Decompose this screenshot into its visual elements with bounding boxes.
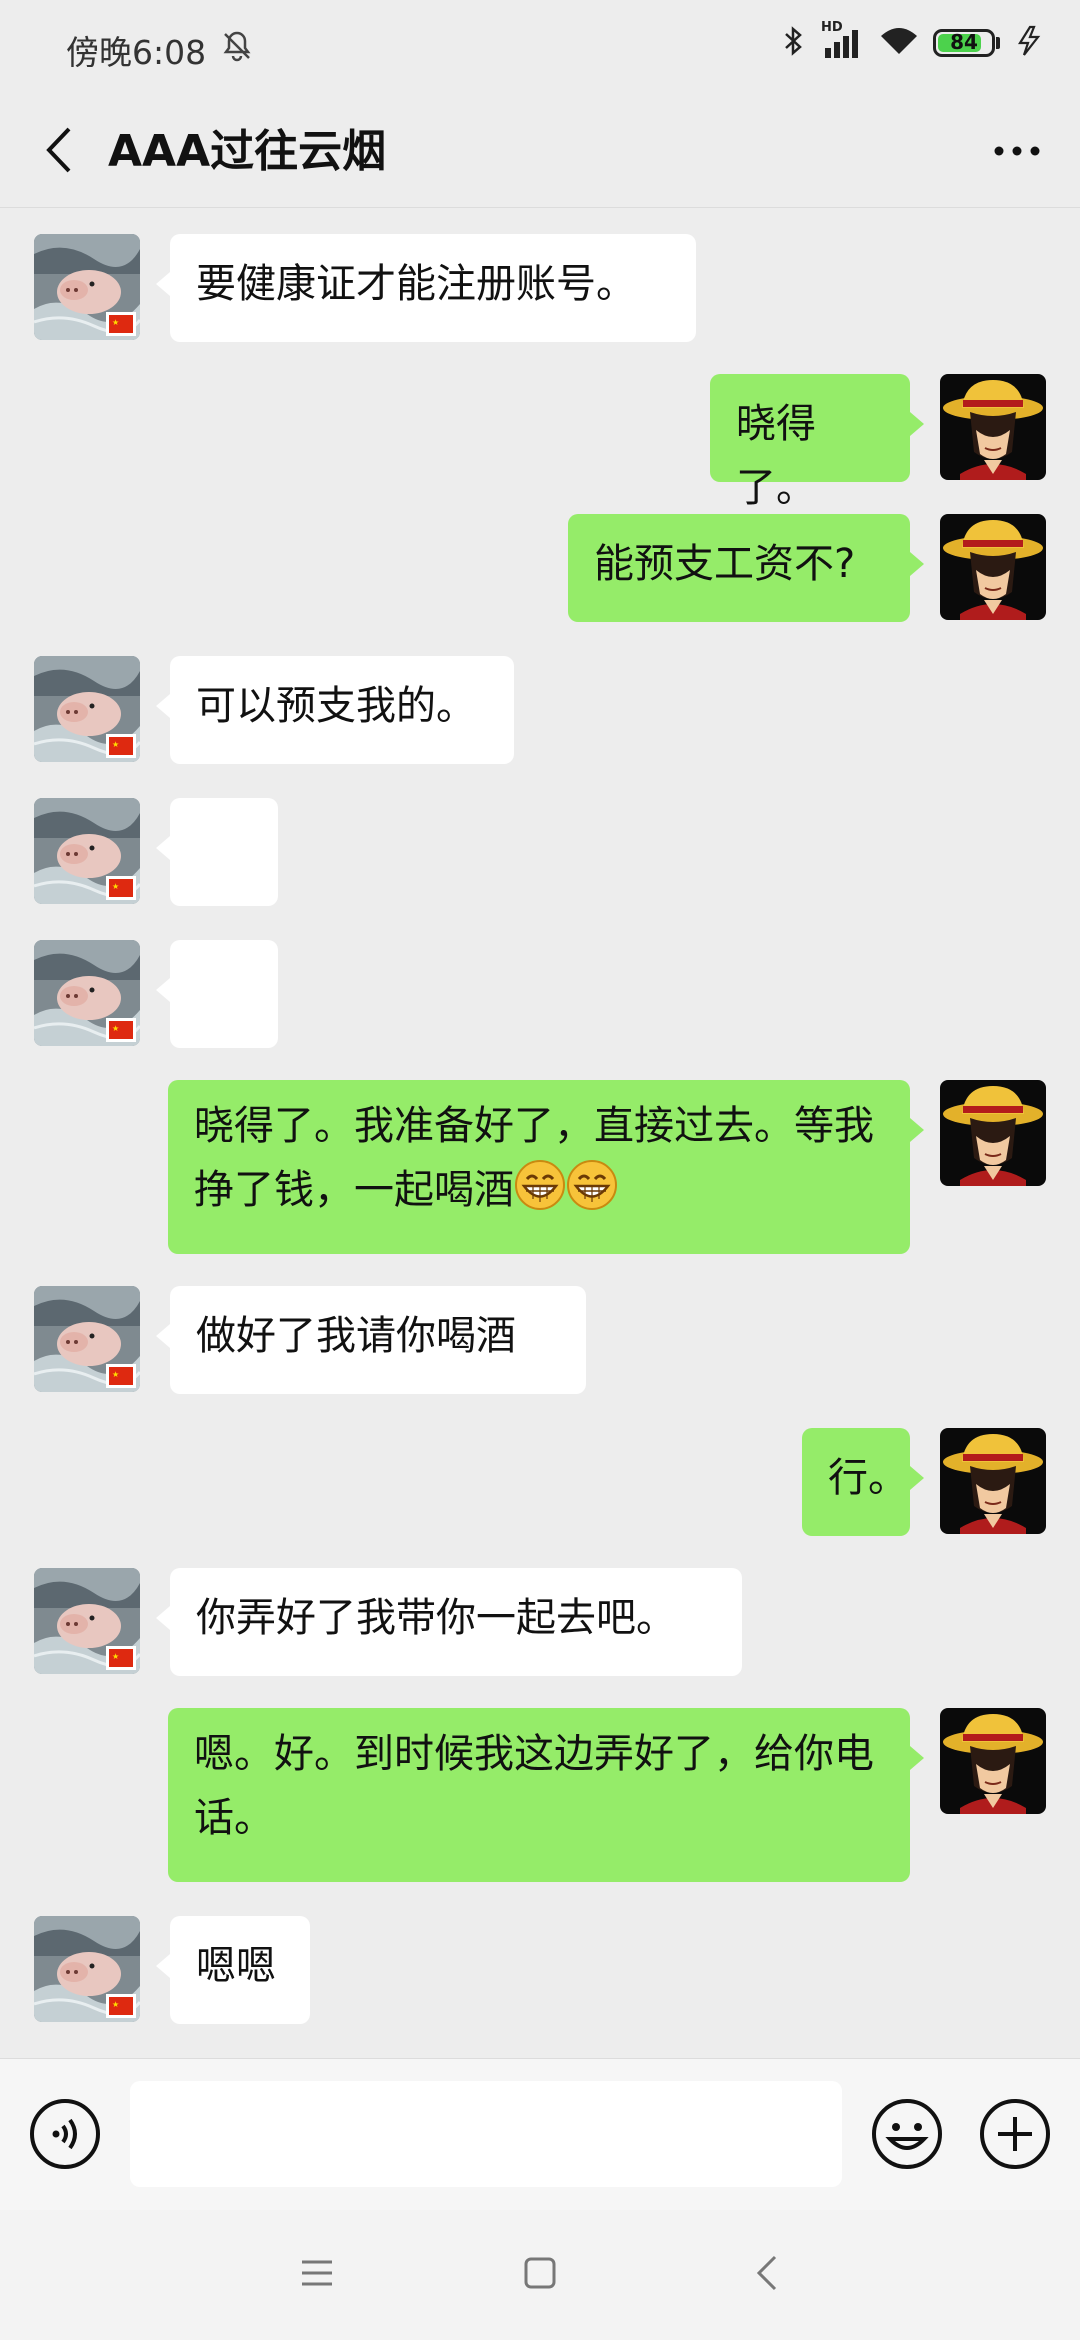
network-type: HD [821,20,843,35]
message-bubble[interactable]: 行。 [802,1428,924,1536]
chat-title: AAA过往云烟 [108,126,387,177]
menu-button[interactable] [292,2250,342,2300]
chevron-left-icon [43,125,77,179]
message-bubble[interactable] [156,940,278,1048]
signal-icon: HD [821,20,865,60]
grinning-face-icon [514,1159,566,1211]
more-functions-button[interactable] [978,2097,1052,2171]
plus-icon [978,2099,1052,2175]
voice-icon [28,2099,102,2175]
battery-icon: 84 [933,29,1000,57]
more-button[interactable] [982,118,1052,186]
message-row: 嗯。好。到时候我这边弄好了，给你电话。 [0,1708,1080,1884]
more-dots-icon [992,143,1042,162]
message-bubble[interactable]: 能预支工资不? [568,514,924,622]
home-button[interactable] [515,2250,565,2300]
message-row: 做好了我请你喝酒 [0,1286,1080,1396]
avatar-contact[interactable] [34,798,140,904]
avatar-self[interactable] [940,1708,1046,1814]
voice-button[interactable] [28,2097,102,2171]
back-icon [755,2254,779,2296]
grinning-face-icon [566,1159,618,1211]
message-row: 能预支工资不? [0,514,1080,624]
avatar-self[interactable] [940,374,1046,480]
message-row: 可以预支我的。 [0,656,1080,766]
avatar-contact[interactable] [34,1286,140,1392]
message-row: 你弄好了我带你一起去吧。 [0,1568,1080,1678]
message-row [0,798,1080,908]
message-bubble[interactable]: 晓得了。 [710,374,924,511]
status-time-group: 傍晚6:08 [66,26,254,74]
system-back-button[interactable] [742,2250,792,2300]
message-row: 晓得了。我准备好了，直接过去。等我挣了钱，一起喝酒 [0,1080,1080,1256]
charging-icon [1014,24,1044,62]
message-bubble[interactable]: 晓得了。我准备好了，直接过去。等我挣了钱，一起喝酒 [168,1080,924,1254]
wifi-icon [879,24,919,62]
message-input[interactable] [130,2081,842,2187]
avatar-contact[interactable] [34,940,140,1046]
emoji-icon [870,2099,944,2175]
status-time: 傍晚6:08 [66,33,207,72]
input-bar [0,2058,1080,2210]
message-row: 嗯嗯 [0,1916,1080,2026]
avatar-self[interactable] [940,1428,1046,1534]
avatar-contact[interactable] [34,1916,140,2022]
message-row: 要健康证才能注册账号。 [0,234,1080,344]
message-row: 晓得了。 [0,374,1080,511]
battery-level: 84 [950,30,978,54]
do-not-disturb-icon [220,29,254,71]
message-bubble[interactable]: 做好了我请你喝酒 [156,1286,586,1394]
avatar-self[interactable] [940,1080,1046,1186]
status-bar: 傍晚6:08 HD 84 [0,0,1080,96]
message-bubble[interactable] [156,798,278,906]
avatar-contact[interactable] [34,1568,140,1674]
message-row [0,940,1080,1050]
avatar-contact[interactable] [34,234,140,340]
emoji-button[interactable] [870,2097,944,2171]
message-bubble[interactable]: 要健康证才能注册账号。 [156,234,696,342]
message-bubble[interactable]: 嗯。好。到时候我这边弄好了，给你电话。 [168,1708,924,1882]
message-bubble[interactable]: 可以预支我的。 [156,656,514,764]
menu-icon [300,2258,334,2292]
message-bubble[interactable]: 嗯嗯 [156,1916,310,2024]
back-button[interactable] [30,118,90,186]
home-icon [523,2256,557,2294]
chat-header: AAA过往云烟 [0,96,1080,208]
avatar-self[interactable] [940,514,1046,620]
bluetooth-icon [781,24,807,62]
system-navigation [0,2210,1080,2340]
message-bubble[interactable]: 你弄好了我带你一起去吧。 [156,1568,742,1676]
avatar-contact[interactable] [34,656,140,762]
status-icons: HD 84 [781,20,1044,62]
message-row: 行。 [0,1428,1080,1538]
